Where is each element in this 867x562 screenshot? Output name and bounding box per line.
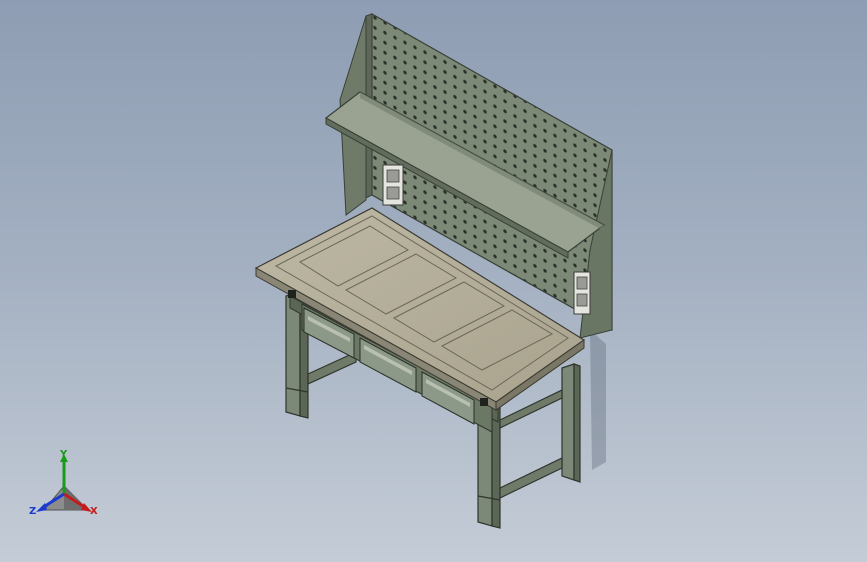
leg-back-right: [561, 363, 575, 481]
side-rail-left: [307, 351, 357, 385]
y-axis-label: Y: [60, 449, 68, 460]
side-rail-right-low: [499, 457, 563, 499]
power-outlet-left: [382, 164, 404, 206]
drop-shadow: [590, 330, 606, 470]
coordinate-triad[interactable]: Y X Z: [22, 448, 112, 528]
z-axis-arrow: [36, 503, 47, 512]
x-axis-label: X: [90, 506, 98, 517]
cad-viewport[interactable]: Y X Z: [0, 0, 867, 562]
z-axis-label: Z: [29, 506, 37, 517]
power-outlet-right: [573, 271, 591, 315]
workbench-model[interactable]: [0, 0, 867, 562]
